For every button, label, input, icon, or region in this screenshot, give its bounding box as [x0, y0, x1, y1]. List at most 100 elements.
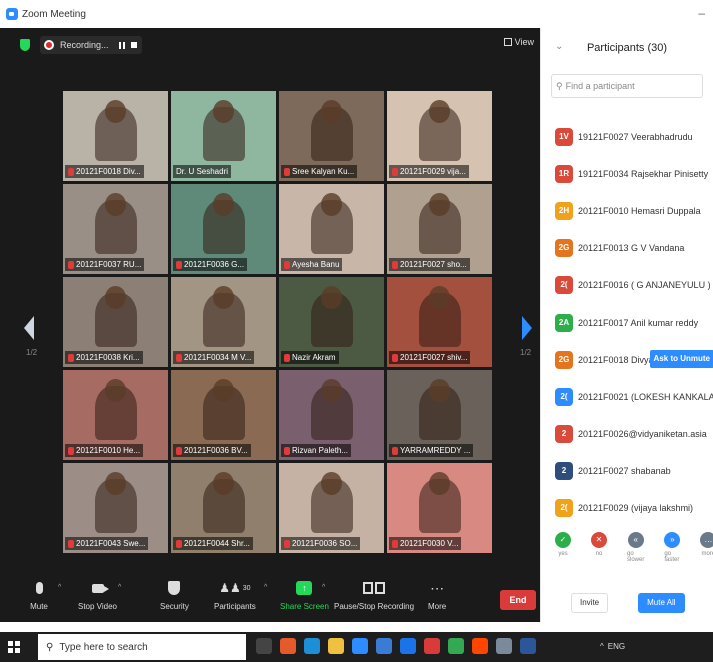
video-tile[interactable]: 20121F0044 Shr...	[171, 463, 276, 553]
video-tile[interactable]: Sree Kalyan Ku...	[279, 91, 384, 181]
task-view-icon[interactable]	[256, 638, 272, 654]
end-meeting-button[interactable]: End	[500, 590, 536, 610]
file-explorer-icon[interactable]	[328, 638, 344, 654]
recording-indicator: Recording...	[40, 36, 142, 54]
participant-row[interactable]: 2(20121F0021 (LOKESH KANKALA)	[541, 378, 713, 415]
feedback-go-slower-button[interactable]: « go slower	[627, 532, 644, 576]
participant-name: 20121F0016 ( G ANJANEYULU )	[578, 280, 711, 291]
participant-row[interactable]: 1V 19121F0027 Veerabhadrudu	[541, 118, 713, 155]
feedback-more-button[interactable]: … more	[700, 532, 713, 576]
muted-mic-icon	[176, 260, 182, 269]
video-tile[interactable]: 20121F0036 BV...	[171, 370, 276, 460]
video-tile[interactable]: 20121F0010 He...	[63, 370, 168, 460]
mail-icon[interactable]	[400, 638, 416, 654]
zoom-window: Zoom Meeting – Recording... View 20121F0…	[0, 0, 713, 662]
previous-page-arrow-icon[interactable]	[24, 316, 34, 340]
app-icon[interactable]	[496, 638, 512, 654]
muted-mic-icon	[176, 353, 182, 362]
word-icon[interactable]	[520, 638, 536, 654]
next-page-arrow-icon[interactable]	[522, 316, 532, 340]
muted-mic-icon	[176, 446, 182, 455]
muted-mic-icon	[392, 539, 398, 548]
video-camera-icon	[91, 583, 109, 593]
mute-button[interactable]: Mute	[30, 580, 48, 611]
participant-row[interactable]: 2A 20121F0017 Anil kumar reddy	[541, 304, 713, 341]
participant-row[interactable]: 2H 20121F0010 Hemasri Duppala	[541, 192, 713, 229]
feedback-yes-button[interactable]: ✓ yes	[555, 532, 571, 576]
participant-avatar: 2G	[555, 239, 573, 258]
feedback-label: go slower	[627, 551, 645, 563]
video-tile[interactable]: Ayesha Banu	[279, 184, 384, 274]
windows-start-icon[interactable]	[8, 641, 20, 653]
participants-icon: ♟♟	[219, 581, 241, 595]
video-tile[interactable]: 20121F0037 RU...	[63, 184, 168, 274]
view-button[interactable]: View	[503, 37, 534, 47]
video-tile[interactable]: YARRAMREDDY ...	[387, 370, 492, 460]
participants-button[interactable]: ♟♟ 30 Participants	[214, 580, 256, 611]
stop-video-label: Stop Video	[78, 602, 117, 611]
video-tile[interactable]: 20121F0034 M V...	[171, 277, 276, 367]
video-tile[interactable]: 20121F0029 vija...	[387, 91, 492, 181]
pause-stop-recording-button[interactable]: Pause/Stop Recording	[334, 580, 414, 611]
chrome-icon[interactable]	[448, 638, 464, 654]
participants-panel-footer: Invite Mute All	[541, 584, 713, 622]
tile-name-label: Ayesha Banu	[281, 258, 343, 271]
windows-taskbar: ⚲ Type here to search ^ ENG	[0, 632, 713, 662]
video-tile[interactable]: 20121F0030 V...	[387, 463, 492, 553]
minimize-icon[interactable]: –	[698, 6, 705, 20]
mute-all-button[interactable]: Mute All	[638, 593, 685, 613]
video-tile[interactable]: Rizvan Paleth...	[279, 370, 384, 460]
tile-name-text: 20121F0043 Swe...	[76, 539, 146, 548]
app-icon[interactable]	[424, 638, 440, 654]
participant-avatar: 1V	[555, 127, 573, 146]
language-indicator[interactable]: ENG	[608, 642, 625, 651]
participant-row[interactable]: 2(20121F0016 ( G ANJANEYULU )	[541, 267, 713, 304]
security-button[interactable]: Security	[160, 580, 189, 611]
edge-icon[interactable]	[304, 638, 320, 654]
store-icon[interactable]	[376, 638, 392, 654]
tile-name-text: Rizvan Paleth...	[292, 446, 349, 455]
ask-to-unmute-button[interactable]: Ask to Unmute	[649, 350, 713, 369]
app-icon[interactable]	[280, 638, 296, 654]
collapse-panel-chevron-icon[interactable]: ⌄	[555, 41, 563, 52]
video-tile[interactable]: 20121F0036 SO...	[279, 463, 384, 553]
participant-row[interactable]: 2 20121F0026@vidyaniketan.asia	[541, 416, 713, 453]
video-tile[interactable]: 20121F0043 Swe...	[63, 463, 168, 553]
participant-row[interactable]: 1R 19121F0034 Rajsekhar Pinisetty	[541, 155, 713, 192]
participant-row[interactable]: 2 20121F0027 shabanab	[541, 453, 713, 490]
zoom-taskbar-icon[interactable]	[352, 638, 368, 654]
taskbar-search-box[interactable]: ⚲ Type here to search	[38, 634, 246, 660]
video-tile[interactable]: 20121F0038 Kri...	[63, 277, 168, 367]
video-tile[interactable]: 20121F0027 shiv...	[387, 277, 492, 367]
participants-caret-icon[interactable]: ^	[264, 584, 267, 591]
tray-chevron-icon[interactable]: ^	[600, 642, 604, 651]
muted-mic-icon	[284, 167, 290, 176]
feedback-go-faster-button[interactable]: » go faster	[664, 532, 681, 576]
feedback-label: more	[701, 551, 713, 557]
participant-search-input[interactable]: ⚲ Find a participant	[551, 74, 703, 98]
video-options-caret-icon[interactable]: ^	[118, 584, 121, 591]
tile-name-label: 20121F0038 Kri...	[65, 351, 143, 364]
participant-row[interactable]: 2G 20121F0018 Divya... Ask to Unmute	[541, 341, 713, 378]
video-tile[interactable]: 20121F0027 sho...	[387, 184, 492, 274]
feedback-no-button[interactable]: ✕ no	[591, 532, 607, 576]
share-options-caret-icon[interactable]: ^	[322, 584, 325, 591]
video-tile[interactable]: Nazir Akram	[279, 277, 384, 367]
video-tile[interactable]: Dr. U Seshadri	[171, 91, 276, 181]
tile-name-text: 20121F0034 M V...	[184, 353, 252, 362]
audio-options-caret-icon[interactable]: ^	[58, 584, 61, 591]
stop-recording-icon[interactable]	[130, 42, 137, 48]
opera-icon[interactable]	[472, 638, 488, 654]
participant-row[interactable]: 2G 20121F0013 G V Vandana	[541, 230, 713, 267]
stop-video-button[interactable]: Stop Video	[78, 580, 117, 611]
invite-button[interactable]: Invite	[571, 593, 609, 613]
tile-name-text: 20121F0027 shiv...	[400, 353, 468, 362]
encryption-shield-icon[interactable]	[20, 39, 30, 51]
taskbar-search-placeholder: Type here to search	[59, 641, 148, 653]
pause-recording-icon[interactable]	[118, 41, 125, 49]
participant-row[interactable]: 2(20121F0029 (vijaya lakshmi)	[541, 490, 713, 527]
video-tile[interactable]: 20121F0018 Div...	[63, 91, 168, 181]
video-tile[interactable]: 20121F0036 G...	[171, 184, 276, 274]
participant-avatar: 2	[555, 425, 573, 444]
more-button[interactable]: ⋯ More	[428, 580, 446, 611]
